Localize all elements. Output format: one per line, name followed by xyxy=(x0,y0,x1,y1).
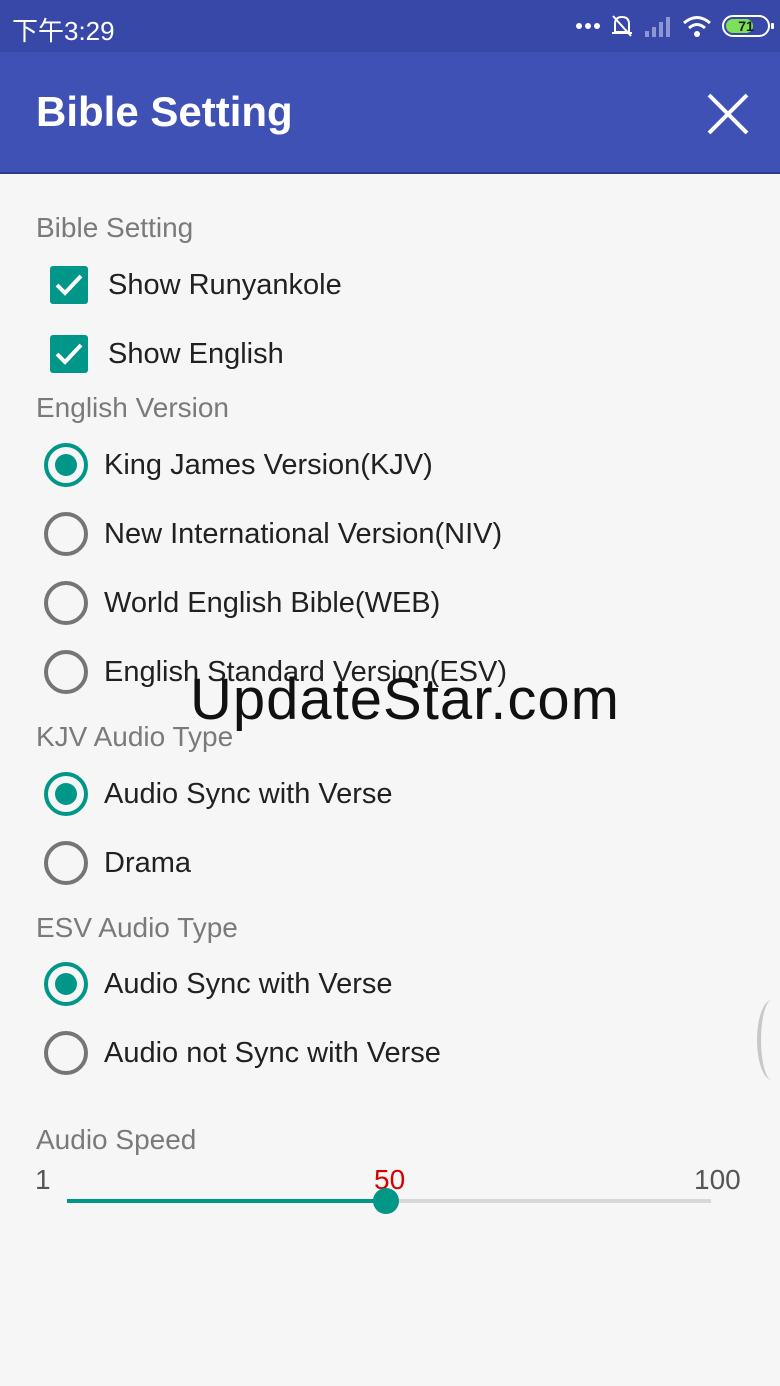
radio-kjv-audio-sync[interactable]: Audio Sync with Verse xyxy=(44,764,393,824)
radio-unselected-icon[interactable] xyxy=(44,650,88,694)
section-label-esv-audio-type: ESV Audio Type xyxy=(36,912,238,943)
option-label: Show Runyankole xyxy=(108,268,342,301)
checkbox-checked-icon[interactable] xyxy=(50,266,88,304)
option-label: Audio Sync with Verse xyxy=(104,967,393,1000)
signal-icon xyxy=(644,15,672,37)
option-label: Audio not Sync with Verse xyxy=(104,1036,441,1069)
option-label: Audio Sync with Verse xyxy=(104,777,393,810)
radio-unselected-icon[interactable] xyxy=(44,841,88,885)
close-button[interactable] xyxy=(696,82,760,146)
option-label: World English Bible(WEB) xyxy=(104,586,441,619)
battery-nub xyxy=(771,23,774,29)
radio-selected-icon[interactable] xyxy=(44,772,88,816)
checkbox-show-runyankole[interactable]: Show Runyankole xyxy=(44,255,342,315)
radio-esv-audio-sync[interactable]: Audio Sync with Verse xyxy=(44,954,393,1014)
battery-icon: 71 xyxy=(722,15,774,37)
slider-thumb[interactable] xyxy=(372,1188,399,1214)
radio-dot xyxy=(55,454,77,476)
battery-level: 71 xyxy=(738,18,754,34)
more-dots-icon xyxy=(576,22,600,30)
app-bar-divider xyxy=(0,172,780,174)
page-title: Bible Setting xyxy=(36,88,293,135)
radio-unselected-icon[interactable] xyxy=(44,512,88,556)
watermark: UpdateStar.com xyxy=(190,667,620,732)
section-label-audio-speed: Audio Speed xyxy=(36,1124,197,1155)
option-label: New International Version(NIV) xyxy=(104,517,503,550)
slider-min-label: 1 xyxy=(35,1164,51,1195)
section-label-bible-setting: Bible Setting xyxy=(36,212,194,243)
edge-scroll-handle[interactable] xyxy=(757,1000,780,1080)
radio-kjv[interactable]: King James Version(KJV) xyxy=(44,435,433,495)
radio-web[interactable]: World English Bible(WEB) xyxy=(44,573,440,633)
radio-unselected-icon[interactable] xyxy=(44,581,88,625)
slider-fill xyxy=(67,1199,386,1203)
radio-selected-icon[interactable] xyxy=(44,962,88,1006)
option-label: King James Version(KJV) xyxy=(104,448,433,481)
radio-unselected-icon[interactable] xyxy=(44,1031,88,1075)
audio-speed-slider[interactable] xyxy=(67,1188,711,1214)
section-label-english-version: English Version xyxy=(36,392,230,423)
status-time: 下午3:29 xyxy=(12,16,115,46)
checkbox-show-english[interactable]: Show English xyxy=(44,324,284,384)
checkbox-checked-icon[interactable] xyxy=(50,335,88,373)
radio-niv[interactable]: New International Version(NIV) xyxy=(44,504,502,564)
close-icon xyxy=(707,93,749,135)
radio-dot xyxy=(55,783,77,805)
slider-max-label: 100 xyxy=(694,1164,741,1195)
option-label: Drama xyxy=(104,846,192,879)
radio-kjv-drama[interactable]: Drama xyxy=(44,833,191,893)
silent-bell-icon xyxy=(610,13,634,39)
status-icons: 71 xyxy=(576,12,774,40)
option-label: Show English xyxy=(108,337,284,370)
radio-dot xyxy=(55,973,77,995)
wifi-icon xyxy=(682,15,712,37)
radio-esv-audio-not-sync[interactable]: Audio not Sync with Verse xyxy=(44,1023,441,1083)
status-bar: 下午3:29 71 xyxy=(0,0,780,52)
app-bar: Bible Setting xyxy=(0,52,780,172)
radio-selected-icon[interactable] xyxy=(44,443,88,487)
